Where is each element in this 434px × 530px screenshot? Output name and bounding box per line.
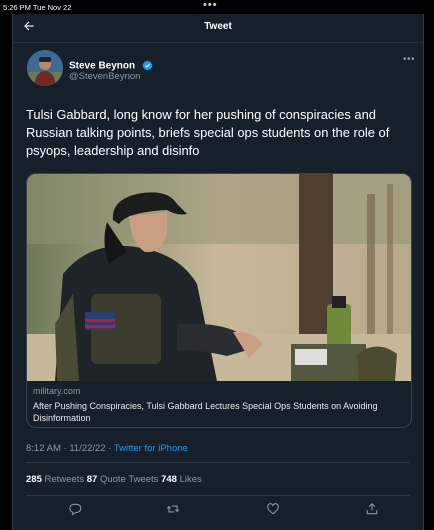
quotes-count: 87 <box>86 474 98 485</box>
quotes-stat[interactable]: 87 Quote Tweets <box>87 474 159 485</box>
tweet-source-link[interactable]: Twitter for iPhone <box>114 443 188 454</box>
action-bar <box>13 502 423 518</box>
link-card[interactable]: military.com After Pushing Conspiracies,… <box>26 173 412 428</box>
card-domain: military.com <box>33 386 81 396</box>
more-options-icon[interactable]: ••• <box>403 54 415 65</box>
author-name-row[interactable]: Steve Beynon <box>69 57 153 71</box>
likes-label: Likes <box>179 474 202 485</box>
divider-2 <box>26 495 410 496</box>
divider <box>26 462 410 463</box>
retweets-label: Retweets <box>44 474 85 485</box>
retweets-count: 285 <box>26 474 42 485</box>
status-bar: 5:26 PM Tue Nov 22 ••• <box>0 0 434 14</box>
meta-separator-2: · <box>108 443 112 454</box>
verified-badge-icon <box>142 60 152 71</box>
retweet-icon[interactable] <box>166 502 180 516</box>
tweet-date: 11/22/22 <box>69 443 106 454</box>
status-time: 5:26 PM Tue Nov 22 <box>3 3 72 12</box>
tweet-meta: 8:12 AM · 11/22/22 · Twitter for iPhone <box>26 443 188 454</box>
reply-icon[interactable] <box>68 502 82 516</box>
article-photo <box>27 174 411 381</box>
quotes-label: Quote Tweets <box>99 474 159 485</box>
retweets-stat[interactable]: 285 Retweets <box>26 474 84 485</box>
multitasking-dots-icon[interactable]: ••• <box>203 0 218 11</box>
tweet-text: Tulsi Gabbard, long know for her pushing… <box>26 107 390 158</box>
likes-stat[interactable]: 748 Likes <box>161 474 202 485</box>
likes-count: 748 <box>161 474 177 485</box>
top-bar: Tweet <box>13 14 423 43</box>
author-name[interactable]: Steve Beynon <box>69 60 135 71</box>
page-title: Tweet <box>204 21 232 32</box>
like-icon[interactable] <box>266 502 280 516</box>
avatar[interactable] <box>27 50 63 86</box>
share-icon[interactable] <box>365 502 379 516</box>
meta-separator: · <box>63 443 67 454</box>
author-handle[interactable]: @StevenBeynon <box>69 71 140 82</box>
tweet-panel: Tweet Steve Beynon @StevenBeynon ••• Tul… <box>12 14 424 530</box>
tweet-stats: 285 Retweets 87 Quote Tweets 748 Likes <box>26 474 202 485</box>
tweet-time: 8:12 AM <box>26 443 61 454</box>
card-title: After Pushing Conspiracies, Tulsi Gabbar… <box>33 401 378 423</box>
